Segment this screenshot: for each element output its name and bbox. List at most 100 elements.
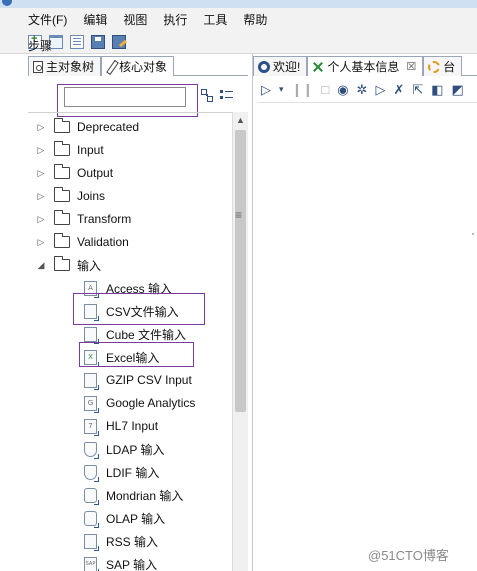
collapse-arrow-icon[interactable]: ◢ bbox=[36, 260, 46, 271]
tree-step-google-analytics[interactable]: G Google Analytics bbox=[84, 392, 195, 414]
expand-arrow-icon[interactable]: ▷ bbox=[36, 237, 46, 248]
tab-personal-info[interactable]: 个人基本信息 ☒ bbox=[307, 56, 424, 76]
tree-folder-transform[interactable]: ▷ Transform bbox=[36, 208, 131, 230]
replay-icon[interactable]: ▷ bbox=[375, 83, 385, 96]
excel-highlight-box bbox=[79, 342, 194, 367]
tree-step-label: LDIF 输入 bbox=[106, 465, 160, 480]
tree-step-mondrian-input[interactable]: Mondrian 输入 bbox=[84, 484, 183, 506]
folder-icon bbox=[54, 118, 70, 133]
gzip-csv-input-icon bbox=[84, 372, 99, 390]
close-icon[interactable]: ☒ bbox=[406, 60, 416, 73]
tree-folder-joins[interactable]: ▷ Joins bbox=[36, 185, 105, 207]
splitter-grip-icon[interactable]: ≡ bbox=[235, 208, 242, 222]
tree-step-gzip-csv-input[interactable]: GZIP CSV Input bbox=[84, 369, 192, 391]
menu-tools[interactable]: 工具 bbox=[203, 11, 227, 28]
run-dropdown-icon[interactable]: ▾ bbox=[279, 84, 284, 94]
tab-label: 欢迎! bbox=[273, 60, 301, 74]
run-icon[interactable]: ▷ bbox=[261, 83, 271, 96]
olap-input-icon bbox=[84, 510, 99, 528]
app-logo-icon bbox=[2, 0, 12, 6]
step-search-row: 步骤 bbox=[28, 34, 246, 56]
folder-icon bbox=[54, 164, 70, 179]
tree-scrollbar[interactable]: ▲ bbox=[232, 112, 248, 571]
tree-folder-label: Validation bbox=[77, 235, 129, 249]
tree-folder-label: Input bbox=[77, 143, 104, 157]
editor-toolbar: ▷ ▾ ❙❙ □ ◉ ✲ ▷ ✗ ⇱ ◧ ◩ bbox=[253, 78, 477, 100]
cube-file-input-icon bbox=[84, 326, 99, 344]
editor-tab-bar: 欢迎! 个人基本信息 ☒ 台 bbox=[253, 56, 477, 76]
hl7-input-icon: 7 bbox=[84, 418, 99, 436]
tree-folder-deprecated[interactable]: ▷ Deprecated bbox=[36, 116, 139, 138]
editor-panel: 欢迎! 个人基本信息 ☒ 台 ▷ ▾ ❙❙ □ ◉ ✲ ▷ ✗ ⇱ ◧ ◩ bbox=[252, 54, 477, 571]
tree-step-ldif-input[interactable]: LDIF 输入 bbox=[84, 461, 159, 483]
scroll-up-arrow-icon[interactable]: ▲ bbox=[236, 115, 245, 125]
tree-icon bbox=[33, 60, 43, 73]
menu-file[interactable]: 文件(F) bbox=[28, 11, 67, 28]
tree-step-label: RSS 输入 bbox=[106, 534, 159, 549]
tree-folder-validation[interactable]: ▷ Validation bbox=[36, 231, 129, 253]
pause-icon[interactable]: ❙❙ bbox=[292, 83, 314, 96]
window-titlebar bbox=[0, 0, 477, 8]
folder-icon bbox=[54, 233, 70, 248]
tree-folder-label: Joins bbox=[77, 189, 106, 203]
menu-view[interactable]: 视图 bbox=[123, 11, 147, 28]
step-search-input[interactable] bbox=[64, 87, 186, 107]
tree-step-label: OLAP 输入 bbox=[106, 511, 166, 526]
expand-arrow-icon[interactable]: ▷ bbox=[36, 214, 46, 225]
step-search-label: 步骤 bbox=[28, 38, 53, 53]
folder-icon bbox=[54, 187, 70, 202]
tree-step-olap-input[interactable]: OLAP 输入 bbox=[84, 507, 165, 529]
tree-step-ldap-input[interactable]: LDAP 输入 bbox=[84, 438, 164, 460]
transformation-canvas[interactable] bbox=[257, 102, 477, 571]
tab-label: 个人基本信息 bbox=[327, 60, 400, 74]
expand-arrow-icon[interactable]: ▷ bbox=[36, 168, 46, 179]
expand-arrow-icon[interactable]: ▷ bbox=[36, 145, 46, 156]
tab-welcome[interactable]: 欢迎! bbox=[253, 56, 308, 76]
sql-icon[interactable]: ◧ bbox=[431, 83, 443, 96]
tree-step-hl7-input[interactable]: 7 HL7 Input bbox=[84, 415, 158, 437]
tree-folder-label: Transform bbox=[77, 212, 132, 226]
analyze-icon[interactable]: ⇱ bbox=[412, 83, 423, 96]
menu-help[interactable]: 帮助 bbox=[243, 11, 267, 28]
job-icon bbox=[428, 60, 441, 73]
expand-hierarchy-icon[interactable] bbox=[200, 88, 214, 102]
tree-folder-label: Deprecated bbox=[77, 120, 140, 134]
tree-step-label: GZIP CSV Input bbox=[106, 373, 192, 387]
tree-step-sap-input[interactable]: SAP SAP 输入 bbox=[84, 553, 157, 571]
mondrian-input-icon bbox=[84, 487, 99, 505]
tree-step-label: SAP 输入 bbox=[106, 557, 158, 571]
menu-run[interactable]: 执行 bbox=[163, 11, 187, 28]
tree-step-rss-input[interactable]: RSS 输入 bbox=[84, 530, 158, 552]
ldap-input-icon bbox=[84, 441, 99, 459]
google-analytics-icon: G bbox=[84, 395, 99, 413]
tab-job[interactable]: 台 bbox=[423, 56, 463, 76]
tree-step-label: Cube 文件输入 bbox=[106, 327, 187, 342]
tree-step-label: Mondrian 输入 bbox=[106, 488, 184, 503]
preview-icon[interactable]: ◉ bbox=[337, 83, 348, 96]
watermark-text: @51CTO博客 bbox=[368, 548, 449, 563]
folder-icon bbox=[54, 256, 70, 271]
debug-icon[interactable]: ✲ bbox=[357, 83, 368, 96]
canvas-grid-dot bbox=[472, 233, 474, 235]
tree-folder-label: 输入 bbox=[77, 258, 102, 273]
tab-core-objects[interactable]: 核心对象 bbox=[101, 56, 175, 76]
step-tools bbox=[200, 88, 234, 102]
menu-edit[interactable]: 编辑 bbox=[83, 11, 107, 28]
tab-main-object-tree[interactable]: 主对象树 bbox=[28, 56, 102, 76]
tree-folder-input-cn[interactable]: ◢ 输入 bbox=[36, 254, 101, 276]
tree-step-label: LDAP 输入 bbox=[106, 442, 165, 457]
scroll-thumb[interactable] bbox=[235, 130, 246, 412]
verify-icon[interactable]: ✗ bbox=[393, 83, 404, 96]
stop-icon[interactable]: □ bbox=[321, 83, 329, 96]
tree-folder-input[interactable]: ▷ Input bbox=[36, 139, 104, 161]
folder-icon bbox=[54, 210, 70, 225]
explore-db-icon[interactable]: ◩ bbox=[452, 83, 464, 96]
tree-folder-output[interactable]: ▷ Output bbox=[36, 162, 113, 184]
tab-label: 主对象树 bbox=[46, 60, 95, 74]
tab-label: 核心对象 bbox=[119, 60, 168, 74]
expand-arrow-icon[interactable]: ▷ bbox=[36, 191, 46, 202]
expand-arrow-icon[interactable]: ▷ bbox=[36, 122, 46, 133]
collapse-list-icon[interactable] bbox=[220, 88, 234, 102]
csv-highlight-box bbox=[73, 293, 205, 325]
ldif-input-icon bbox=[84, 464, 99, 482]
